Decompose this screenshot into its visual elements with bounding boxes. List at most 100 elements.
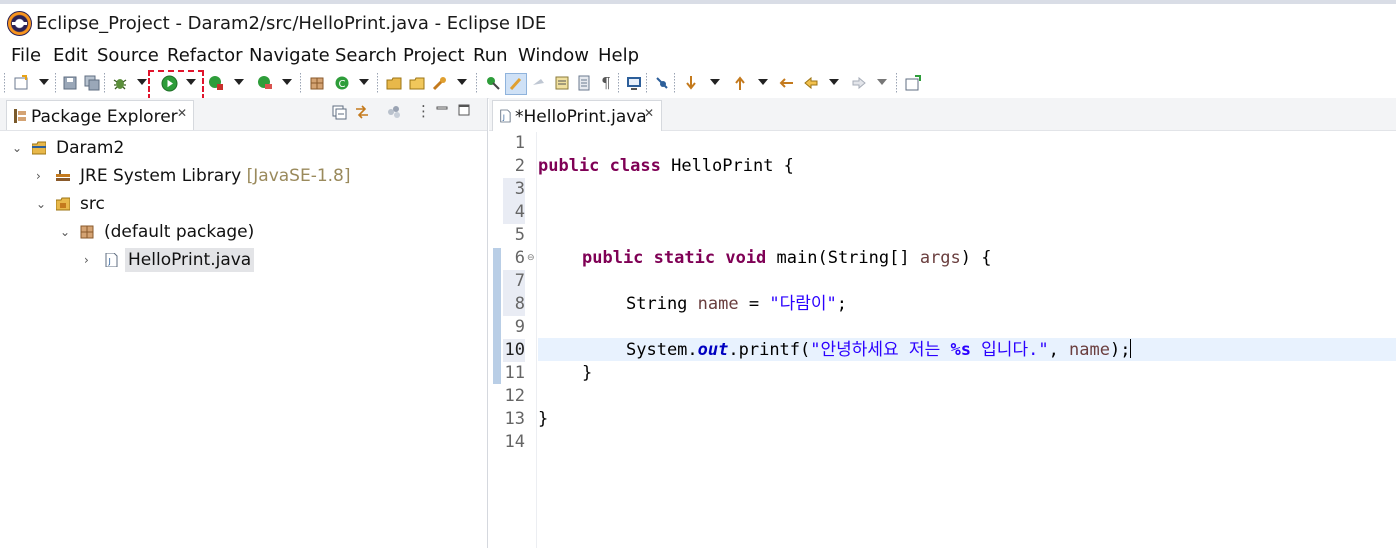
line-number: 12 [504, 386, 525, 406]
new-dropdown-icon[interactable] [39, 79, 49, 85]
show-whitespace-icon[interactable]: ¶ [597, 74, 615, 92]
window-title: Eclipse_Project - Daram2/src/HelloPrint.… [36, 13, 547, 34]
toolbar-separator [300, 73, 301, 93]
forward-icon[interactable] [850, 74, 868, 92]
run-button-highlight [148, 70, 204, 100]
tab-helloprint-java[interactable]: J *HelloPrint.java ✕ [492, 100, 662, 131]
maximize-icon[interactable] [458, 104, 470, 116]
debug-icon[interactable] [111, 74, 129, 92]
menu-source[interactable]: Source [97, 44, 159, 68]
view-menu-icon[interactable]: ⋮ [416, 102, 431, 120]
external-tools-icon[interactable] [256, 74, 274, 92]
chevron-right-icon[interactable]: › [84, 248, 96, 272]
last-edit-location-icon[interactable] [778, 74, 796, 92]
mark-occurrences-icon[interactable] [505, 73, 527, 95]
console-icon[interactable] [625, 74, 643, 92]
new-java-class-icon[interactable]: C [333, 74, 351, 92]
menu-window[interactable]: Window [518, 44, 589, 68]
toggle-breadcrumb-icon[interactable] [484, 74, 502, 92]
previous-edit-location-icon[interactable] [731, 74, 749, 92]
package-explorer-icon [14, 109, 26, 123]
menu-run[interactable]: Run [473, 44, 508, 68]
editor-area: J *HelloPrint.java ✕ 1 2 3 4 5 6 7 8 9 1… [489, 98, 1396, 548]
forward-dropdown-icon[interactable] [877, 79, 887, 85]
menu-project[interactable]: Project [403, 44, 465, 68]
tab-package-explorer[interactable]: Package Explorer ✕ [6, 100, 194, 130]
tree-label: JRE System Library [80, 166, 242, 186]
code-line-6: public static void main(String[] args) { [582, 248, 992, 268]
link-with-editor-icon[interactable] [354, 104, 370, 120]
code-line-2: public class HelloPrint { [538, 156, 794, 176]
previous-edit-dropdown-icon[interactable] [758, 79, 768, 85]
open-perspective-icon[interactable] [904, 74, 922, 92]
code-line-11: } [582, 363, 593, 383]
chevron-down-icon[interactable]: ⌄ [36, 192, 48, 216]
line-number: 9 [514, 317, 525, 337]
title-bar: Eclipse_Project - Daram2/src/HelloPrint.… [0, 0, 1396, 44]
fold-collapse-icon[interactable]: ⊖ [527, 253, 535, 263]
focus-on-task-icon[interactable] [386, 104, 402, 120]
line-number: 3 [503, 178, 525, 201]
code-line-13: } [538, 409, 549, 429]
editor-tabbar: J *HelloPrint.java ✕ [489, 98, 1396, 131]
menu-navigate[interactable]: Navigate [249, 44, 330, 68]
chevron-right-icon[interactable]: › [36, 164, 48, 188]
toolbar-separator [55, 73, 56, 93]
toolbar-separator [104, 73, 105, 93]
search-tool-icon[interactable] [431, 74, 449, 92]
next-edit-dropdown-icon[interactable] [710, 79, 720, 85]
close-icon[interactable]: ✕ [177, 106, 187, 120]
new-java-package-icon[interactable] [308, 74, 326, 92]
svg-text:J: J [108, 257, 111, 266]
menu-search[interactable]: Search [335, 44, 397, 68]
text-caret [1130, 339, 1132, 358]
next-edit-location-icon[interactable] [682, 74, 700, 92]
previous-annotation-icon[interactable] [575, 74, 593, 92]
back-dropdown-icon[interactable] [829, 79, 839, 85]
tab-label: Package Explorer [31, 107, 178, 127]
coverage-icon[interactable] [207, 74, 225, 92]
debug-dropdown-icon[interactable] [137, 79, 147, 85]
chevron-down-icon[interactable]: ⌄ [12, 136, 24, 160]
toolbar-separator [618, 73, 619, 93]
editor-tab-label: *HelloPrint.java [515, 107, 647, 127]
close-icon[interactable]: ✕ [644, 106, 654, 120]
toolbar-separator [377, 73, 378, 93]
save-all-icon[interactable] [83, 74, 101, 92]
menu-file[interactable]: File [11, 44, 41, 68]
collapse-all-icon[interactable] [331, 104, 347, 120]
save-icon[interactable] [61, 74, 79, 92]
external-tools-dropdown-icon[interactable] [282, 79, 292, 85]
chevron-down-icon[interactable]: ⌄ [60, 220, 72, 244]
coverage-dropdown-icon[interactable] [234, 79, 244, 85]
search-dropdown-icon[interactable] [457, 79, 467, 85]
menu-bar: File Edit Source Refactor Navigate Searc… [0, 44, 1396, 68]
menu-help[interactable]: Help [598, 44, 639, 68]
tree-label: HelloPrint.java [125, 248, 255, 272]
line-number-ruler: 1 2 3 4 5 6 7 8 9 10 11 12 13 14 ⊖ [489, 132, 537, 548]
quick-diff-bar [493, 248, 501, 384]
menu-edit[interactable]: Edit [53, 44, 88, 68]
next-annotation-icon[interactable] [553, 74, 571, 92]
minimize-icon[interactable] [436, 106, 448, 116]
svg-text:C: C [339, 79, 346, 90]
svg-text:J: J [502, 113, 505, 121]
line-number: 8 [503, 293, 525, 316]
eclipse-logo-icon [7, 11, 32, 36]
new-icon[interactable] [12, 74, 30, 92]
tree-label: Daram2 [56, 138, 125, 158]
skip-breakpoints-icon[interactable] [653, 74, 671, 92]
open-task-icon[interactable] [408, 74, 426, 92]
line-number: 6 [514, 248, 525, 268]
new-java-class-dropdown-icon[interactable] [359, 79, 369, 85]
java-file-icon: J [105, 253, 118, 267]
menu-refactor[interactable]: Refactor [167, 44, 243, 68]
open-type-icon[interactable] [385, 74, 403, 92]
code-editor[interactable]: public class HelloPrint { public static … [538, 132, 1396, 548]
tree-label: src [80, 194, 105, 214]
line-number: 1 [514, 133, 525, 153]
toolbar-separator [896, 73, 897, 93]
toggle-block-selection-icon[interactable] [530, 74, 548, 92]
back-icon[interactable] [802, 74, 820, 92]
tree-label: (default package) [104, 222, 255, 242]
